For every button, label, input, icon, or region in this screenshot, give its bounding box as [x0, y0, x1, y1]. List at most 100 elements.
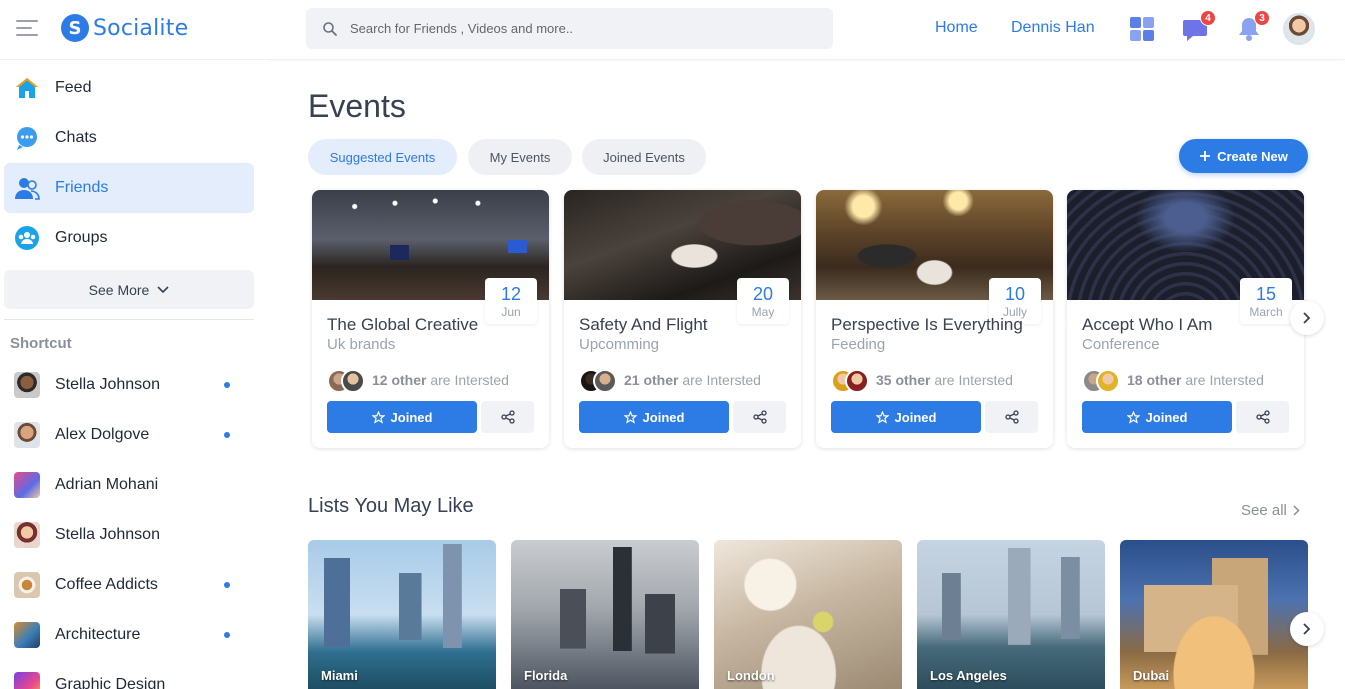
sidebar-item-label: Chats: [55, 129, 97, 146]
create-new-button[interactable]: Create New: [1179, 139, 1308, 173]
joined-label: Joined: [390, 409, 433, 425]
interested-suffix: are Intersted: [934, 372, 1013, 388]
logo-mark: S: [61, 14, 89, 42]
nav-profile-link[interactable]: Dennis Han: [1011, 19, 1095, 37]
apps-icon[interactable]: [1129, 16, 1155, 42]
event-title[interactable]: The Global Creative: [327, 315, 537, 335]
groups-icon: [14, 225, 40, 251]
joined-button[interactable]: Joined: [327, 401, 477, 433]
event-title[interactable]: Perspective Is Everything: [831, 315, 1041, 335]
see-more-button[interactable]: See More: [4, 270, 254, 309]
shortcut-avatar: [14, 622, 40, 648]
friends-icon: [14, 175, 40, 201]
events-next-button[interactable]: [1290, 301, 1324, 335]
messages-icon[interactable]: 4: [1182, 10, 1216, 42]
event-day: 12: [500, 284, 522, 304]
shortcut-avatar: [14, 672, 40, 689]
sidebar-item-label: Friends: [55, 179, 109, 196]
share-button[interactable]: [985, 401, 1038, 433]
shortcut-name: Stella Johnson: [55, 526, 160, 543]
event-card[interactable]: 15 March Accept Who I Am Conference 18 o…: [1067, 190, 1304, 448]
list-image: [1120, 540, 1308, 689]
shortcut-name: Alex Dolgove: [55, 426, 150, 443]
joined-label: Joined: [1145, 409, 1188, 425]
lists-next-button[interactable]: [1290, 612, 1324, 646]
list-label: Los Angeles: [930, 668, 1007, 683]
list-image: [714, 540, 902, 689]
shortcut-heading: Shortcut: [10, 335, 72, 352]
star-icon: [623, 410, 637, 424]
list-card[interactable]: Florida: [511, 540, 699, 689]
chevron-down-icon: [157, 285, 169, 293]
shortcut-item[interactable]: Graphic Design: [14, 670, 254, 689]
joined-button[interactable]: Joined: [579, 401, 729, 433]
create-new-label: Create New: [1217, 148, 1288, 164]
shortcut-item[interactable]: Adrian Mohani: [14, 470, 254, 500]
list-card[interactable]: London: [714, 540, 902, 689]
event-day: 10: [1004, 284, 1026, 304]
tab-suggested-events[interactable]: Suggested Events: [308, 139, 457, 175]
online-indicator: [224, 432, 230, 438]
nav-home-link[interactable]: Home: [935, 19, 978, 37]
shortcut-name: Graphic Design: [55, 676, 166, 689]
share-button[interactable]: [733, 401, 786, 433]
sidebar-item-friends[interactable]: Friends: [4, 163, 254, 213]
shortcut-avatar: [14, 522, 40, 548]
event-card[interactable]: 12 Jun The Global Creative Uk brands 12 …: [312, 190, 549, 448]
sidebar-item-groups[interactable]: Groups: [4, 213, 254, 263]
share-icon: [752, 410, 767, 424]
sidebar-item-chats[interactable]: Chats: [4, 113, 254, 163]
user-avatar[interactable]: [1283, 13, 1315, 45]
event-card[interactable]: 20 May Safety And Flight Upcomming 21 ot…: [564, 190, 801, 448]
logo[interactable]: S Socialite: [61, 14, 188, 42]
interested-count: 21 other: [624, 372, 679, 388]
list-image: [308, 540, 496, 689]
interested-text: 21 other are Intersted: [624, 372, 761, 388]
interested-avatars: [579, 369, 619, 393]
share-icon: [1255, 410, 1270, 424]
interested-avatars: [831, 369, 871, 393]
tab-joined-events[interactable]: Joined Events: [582, 139, 706, 175]
shortcut-item[interactable]: Stella Johnson: [14, 370, 254, 400]
notifications-icon[interactable]: 3: [1236, 10, 1270, 42]
menu-icon[interactable]: [16, 20, 40, 38]
search-input[interactable]: [350, 21, 810, 36]
joined-button[interactable]: Joined: [1082, 401, 1232, 433]
share-icon: [1004, 410, 1019, 424]
shortcut-item[interactable]: Architecture: [14, 620, 254, 650]
shortcut-item[interactable]: Coffee Addicts: [14, 570, 254, 600]
sidebar-divider: [4, 319, 254, 320]
joined-button[interactable]: Joined: [831, 401, 981, 433]
interested-text: 35 other are Intersted: [876, 372, 1013, 388]
list-card[interactable]: Miami: [308, 540, 496, 689]
list-card[interactable]: Dubai: [1120, 540, 1308, 689]
share-button[interactable]: [1236, 401, 1289, 433]
event-title[interactable]: Accept Who I Am: [1082, 315, 1292, 335]
list-card[interactable]: Los Angeles: [917, 540, 1105, 689]
sidebar: Feed Chats Friends Groups See More Short…: [0, 60, 268, 689]
event-subtitle: Conference: [1082, 336, 1160, 353]
top-header: S Socialite Home Dennis Han 4 3: [0, 0, 1345, 60]
online-indicator: [224, 632, 230, 638]
list-label: Dubai: [1133, 668, 1170, 683]
chevron-right-icon: [1293, 505, 1300, 516]
page-title: Events: [308, 88, 406, 124]
interested-text: 18 other are Intersted: [1127, 372, 1264, 388]
interested-suffix: are Intersted: [1185, 372, 1264, 388]
sidebar-item-feed[interactable]: Feed: [4, 63, 254, 113]
event-card[interactable]: 10 Jully Perspective Is Everything Feedi…: [816, 190, 1053, 448]
event-subtitle: Uk brands: [327, 336, 396, 353]
event-day: 20: [752, 284, 774, 304]
search-bar[interactable]: [306, 8, 833, 49]
star-icon: [371, 410, 385, 424]
interested-count: 12 other: [372, 372, 427, 388]
lists-heading: Lists You May Like: [308, 495, 474, 517]
shortcut-item[interactable]: Alex Dolgove: [14, 420, 254, 450]
see-all-link[interactable]: See all: [1241, 502, 1300, 519]
tab-my-events[interactable]: My Events: [468, 139, 572, 175]
interested-suffix: are Intersted: [682, 372, 761, 388]
event-title[interactable]: Safety And Flight: [579, 315, 789, 335]
share-button[interactable]: [481, 401, 534, 433]
event-subtitle: Upcomming: [579, 336, 660, 353]
shortcut-item[interactable]: Stella Johnson: [14, 520, 254, 550]
